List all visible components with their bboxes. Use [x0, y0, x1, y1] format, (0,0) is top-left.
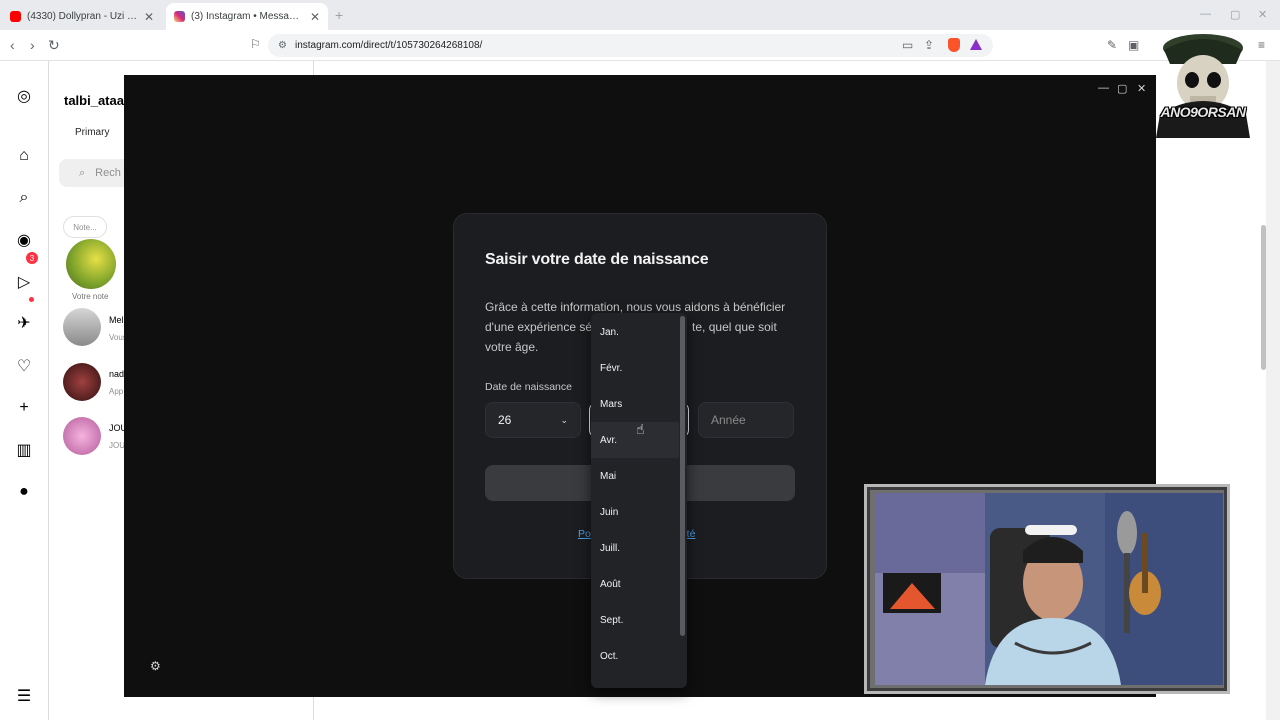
month-option-hovered[interactable]: Avr. [591, 422, 679, 458]
policy-link[interactable]: Po [578, 528, 591, 540]
browser-tab-bar: (4330) Dollypran - Uzi (Official Music ✕… [0, 0, 1280, 30]
my-avatar[interactable] [66, 239, 116, 289]
settings-gear-icon[interactable]: ⚙ [150, 659, 161, 673]
chevron-down-icon: ⌄ [560, 414, 568, 425]
share-icon[interactable]: ⇪ [924, 38, 934, 52]
close-tab-icon[interactable]: ✕ [144, 10, 154, 24]
search-icon: ⌕ [79, 166, 86, 179]
more-menu-icon[interactable]: ☰ [14, 686, 34, 706]
modal-title: Saisir votre date de naissance [485, 251, 709, 268]
conversation-avatar[interactable] [63, 417, 101, 455]
dob-label: Date de naissance [485, 381, 572, 393]
month-option[interactable]: Mars [591, 386, 679, 422]
notification-dot [29, 297, 34, 302]
month-option[interactable]: Sept. [591, 602, 679, 638]
address-bar[interactable]: ⚙ instagram.com/direct/t/105730264268108… [268, 34, 993, 57]
mouse-pointer-icon: ☝ [636, 421, 645, 437]
cast-icon[interactable]: ▭ [902, 38, 913, 52]
month-option[interactable]: Févr. [591, 350, 679, 386]
instagram-icon [174, 11, 185, 22]
conversation-preview: App [109, 387, 124, 396]
popup-minimize-icon[interactable]: — [1098, 82, 1109, 94]
logo-text: ANO9ORSAN [1160, 104, 1246, 120]
minimize-icon[interactable]: — [1200, 8, 1211, 20]
month-option[interactable]: Oct. [591, 638, 679, 674]
tab-title: (3) Instagram • Messages [191, 11, 304, 22]
dashboard-icon[interactable]: ▥ [14, 440, 34, 460]
brave-rewards-icon[interactable] [970, 39, 982, 50]
tab-instagram[interactable]: (3) Instagram • Messages ✕ [166, 3, 328, 30]
your-note-label: Votre note [72, 292, 109, 301]
messages-badge: 3 [26, 252, 38, 264]
instagram-logo-icon[interactable]: ◎ [14, 86, 34, 106]
url-text: instagram.com/direct/t/105730264268108/ [294, 40, 483, 51]
reels-icon[interactable]: ▷ [14, 272, 34, 292]
new-tab-icon[interactable]: + [335, 7, 343, 23]
month-option[interactable]: Juill. [591, 530, 679, 566]
conversation-avatar[interactable] [63, 308, 101, 346]
tab-title: (4330) Dollypran - Uzi (Official Music [27, 11, 138, 22]
profile-avatar-icon[interactable]: ● [14, 482, 34, 502]
sidebar-icon[interactable]: ▣ [1128, 38, 1139, 52]
webcam-scene-image [875, 493, 1223, 685]
popup-close-icon[interactable]: ✕ [1137, 82, 1146, 95]
conversation-preview: JOU [109, 441, 125, 450]
forward-icon[interactable]: › [30, 37, 35, 53]
maximize-icon[interactable]: ▢ [1230, 8, 1240, 21]
conversation-name[interactable]: Mel [109, 315, 124, 325]
site-info-icon[interactable]: ⚙ [278, 40, 287, 51]
month-dropdown-list[interactable]: Jan. Févr. Mars Avr. Mai Juin Juill. Aoû… [591, 313, 687, 688]
dropdown-scrollbar[interactable] [680, 316, 685, 636]
browser-toolbar: ‹ › ↻ ⚐ ⚙ instagram.com/direct/t/1057302… [0, 30, 1280, 61]
note-bubble[interactable]: Note... [63, 216, 107, 238]
day-value: 26 [498, 413, 512, 427]
day-select[interactable]: 26 ⌄ [485, 402, 581, 438]
brave-shields-icon[interactable] [948, 38, 960, 52]
year-placeholder: Année [711, 413, 746, 427]
search-icon[interactable]: ⌕ [14, 188, 34, 208]
tab-primary[interactable]: Primary [75, 127, 109, 138]
page-scrollbar[interactable] [1266, 61, 1280, 720]
notifications-heart-icon[interactable]: ♡ [14, 356, 34, 376]
menu-icon[interactable]: ≡ [1258, 38, 1265, 52]
info-icon[interactable]: i [1238, 82, 1254, 98]
webcam-feed [875, 493, 1223, 685]
close-window-icon[interactable]: ✕ [1258, 8, 1267, 21]
create-icon[interactable]: + [14, 398, 34, 418]
bookmark-icon[interactable]: ⚐ [250, 37, 261, 51]
popup-maximize-icon[interactable]: ▢ [1117, 82, 1127, 95]
year-input[interactable]: Année [698, 402, 794, 438]
close-tab-icon[interactable]: ✕ [310, 10, 320, 24]
extensions-icon[interactable]: ✎ [1107, 38, 1117, 52]
search-placeholder: Rech [95, 167, 121, 179]
conversation-avatar[interactable] [63, 363, 101, 401]
explore-icon[interactable]: ◉ [14, 230, 34, 250]
month-option[interactable]: Mai [591, 458, 679, 494]
home-icon[interactable]: ⌂ [14, 146, 34, 166]
reload-icon[interactable]: ↻ [48, 37, 60, 54]
conversation-name[interactable]: nad [109, 369, 124, 379]
month-option[interactable]: Juin [591, 494, 679, 530]
messages-icon[interactable]: ✈ [14, 313, 34, 333]
month-option[interactable]: Jan. [591, 314, 679, 350]
tab-youtube[interactable]: (4330) Dollypran - Uzi (Official Music ✕ [2, 3, 162, 30]
account-username[interactable]: talbi_ataa [64, 93, 124, 108]
back-icon[interactable]: ‹ [10, 37, 15, 53]
youtube-icon [10, 11, 21, 22]
month-option[interactable]: Août [591, 566, 679, 602]
page-scroll-thumb[interactable] [1261, 225, 1266, 370]
